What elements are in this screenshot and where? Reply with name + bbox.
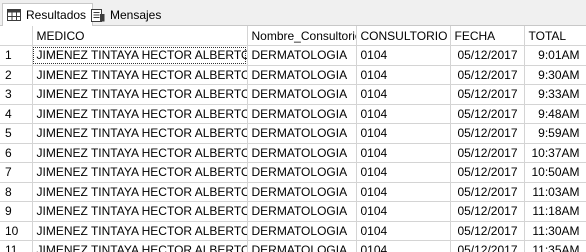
cell-medico[interactable]: JIMENEZ TINTAYA HECTOR ALBERTO: [32, 240, 248, 252]
table-row: 3 JIMENEZ TINTAYA HECTOR ALBERTO DERMATO…: [0, 84, 586, 105]
table-row: 8 JIMENEZ TINTAYA HECTOR ALBERTO DERMATO…: [0, 182, 586, 202]
cell-nombre-consultorio[interactable]: DERMATOLOGIA: [247, 162, 357, 183]
row-number[interactable]: 11: [0, 240, 33, 252]
row-number[interactable]: 9: [0, 201, 33, 222]
column-header-total[interactable]: TOTAL: [524, 26, 586, 46]
cell-consultorio[interactable]: 0104: [356, 240, 451, 252]
cell-total[interactable]: 11:30AM: [524, 221, 586, 241]
cell-consultorio[interactable]: 0104: [356, 143, 451, 163]
cell-fecha[interactable]: 05/12/2017: [450, 84, 525, 105]
cell-fecha[interactable]: 05/12/2017: [450, 123, 525, 144]
table-row: 6 JIMENEZ TINTAYA HECTOR ALBERTO DERMATO…: [0, 143, 586, 163]
table-row: 2 JIMENEZ TINTAYA HECTOR ALBERTO DERMATO…: [0, 65, 586, 85]
cell-consultorio[interactable]: 0104: [356, 201, 451, 222]
cell-total[interactable]: 11:35AM: [524, 240, 586, 252]
row-number[interactable]: 3: [0, 84, 33, 105]
cell-nombre-consultorio[interactable]: DERMATOLOGIA: [247, 104, 357, 124]
row-number[interactable]: 10: [0, 221, 33, 241]
row-number[interactable]: 4: [0, 104, 33, 124]
cell-medico[interactable]: JIMENEZ TINTAYA HECTOR ALBERTO: [32, 201, 248, 222]
grid-icon: [7, 9, 21, 21]
cell-consultorio[interactable]: 0104: [356, 123, 451, 144]
cell-fecha[interactable]: 05/12/2017: [450, 240, 525, 252]
tab-resultados[interactable]: Resultados: [2, 3, 94, 27]
cell-nombre-consultorio[interactable]: DERMATOLOGIA: [247, 84, 357, 105]
cell-nombre-consultorio[interactable]: DERMATOLOGIA: [247, 182, 357, 202]
tab-mensajes-label: Mensajes: [110, 7, 162, 22]
cell-consultorio[interactable]: 0104: [356, 162, 451, 183]
tab-mensajes[interactable]: Mensajes: [87, 3, 167, 26]
cell-fecha[interactable]: 05/12/2017: [450, 143, 525, 163]
cell-fecha[interactable]: 05/12/2017: [450, 45, 525, 66]
cell-nombre-consultorio[interactable]: DERMATOLOGIA: [247, 45, 357, 66]
row-number[interactable]: 1: [0, 45, 33, 66]
table-row: 1 JIMENEZ TINTAYA HECTOR ALBERTO DERMATO…: [0, 45, 586, 66]
results-grid: MEDICO Nombre_Consultorio CONSULTORIO FE…: [0, 26, 586, 252]
cell-consultorio[interactable]: 0104: [356, 84, 451, 105]
cell-total[interactable]: 9:33AM: [524, 84, 586, 105]
cell-medico[interactable]: JIMENEZ TINTAYA HECTOR ALBERTO: [32, 45, 248, 66]
table-row: 11 JIMENEZ TINTAYA HECTOR ALBERTO DERMAT…: [0, 240, 586, 252]
cell-nombre-consultorio[interactable]: DERMATOLOGIA: [247, 123, 357, 144]
tab-resultados-label: Resultados: [26, 8, 87, 22]
cell-consultorio[interactable]: 0104: [356, 65, 451, 85]
cell-fecha[interactable]: 05/12/2017: [450, 162, 525, 183]
cell-total[interactable]: 9:01AM: [524, 45, 586, 66]
cell-fecha[interactable]: 05/12/2017: [450, 201, 525, 222]
table-row: 7 JIMENEZ TINTAYA HECTOR ALBERTO DERMATO…: [0, 162, 586, 183]
cell-nombre-consultorio[interactable]: DERMATOLOGIA: [247, 143, 357, 163]
column-header-medico[interactable]: MEDICO: [32, 26, 248, 46]
cell-medico[interactable]: JIMENEZ TINTAYA HECTOR ALBERTO: [32, 123, 248, 144]
cell-medico[interactable]: JIMENEZ TINTAYA HECTOR ALBERTO: [32, 104, 248, 124]
cell-medico[interactable]: JIMENEZ TINTAYA HECTOR ALBERTO: [32, 143, 248, 163]
row-number[interactable]: 8: [0, 182, 33, 202]
results-tab-bar: Resultados Mensajes: [0, 0, 586, 27]
row-number[interactable]: 5: [0, 123, 33, 144]
table-row: 9 JIMENEZ TINTAYA HECTOR ALBERTO DERMATO…: [0, 201, 586, 222]
cell-total[interactable]: 9:30AM: [524, 65, 586, 85]
cell-consultorio[interactable]: 0104: [356, 221, 451, 241]
table-row: 10 JIMENEZ TINTAYA HECTOR ALBERTO DERMAT…: [0, 221, 586, 241]
cell-consultorio[interactable]: 0104: [356, 45, 451, 66]
cell-consultorio[interactable]: 0104: [356, 104, 451, 124]
messages-icon: [91, 8, 105, 22]
cell-total[interactable]: 10:50AM: [524, 162, 586, 183]
column-header-consultorio[interactable]: CONSULTORIO: [356, 26, 451, 46]
cell-fecha[interactable]: 05/12/2017: [450, 65, 525, 85]
cell-medico[interactable]: JIMENEZ TINTAYA HECTOR ALBERTO: [32, 162, 248, 183]
table-row: 4 JIMENEZ TINTAYA HECTOR ALBERTO DERMATO…: [0, 104, 586, 124]
cell-medico[interactable]: JIMENEZ TINTAYA HECTOR ALBERTO: [32, 221, 248, 241]
cell-fecha[interactable]: 05/12/2017: [450, 104, 525, 124]
row-number[interactable]: 7: [0, 162, 33, 183]
column-header-fecha[interactable]: FECHA: [450, 26, 525, 46]
cell-consultorio[interactable]: 0104: [356, 182, 451, 202]
cell-medico[interactable]: JIMENEZ TINTAYA HECTOR ALBERTO: [32, 65, 248, 85]
cell-nombre-consultorio[interactable]: DERMATOLOGIA: [247, 65, 357, 85]
cell-nombre-consultorio[interactable]: DERMATOLOGIA: [247, 221, 357, 241]
header-row: MEDICO Nombre_Consultorio CONSULTORIO FE…: [0, 26, 586, 46]
cell-total[interactable]: 10:37AM: [524, 143, 586, 163]
row-number[interactable]: 6: [0, 143, 33, 163]
cell-total[interactable]: 11:03AM: [524, 182, 586, 202]
cell-total[interactable]: 9:59AM: [524, 123, 586, 144]
corner-cell[interactable]: [0, 26, 33, 46]
cell-fecha[interactable]: 05/12/2017: [450, 221, 525, 241]
cell-medico[interactable]: JIMENEZ TINTAYA HECTOR ALBERTO: [32, 84, 248, 105]
cell-total[interactable]: 11:18AM: [524, 201, 586, 222]
cell-nombre-consultorio[interactable]: DERMATOLOGIA: [247, 201, 357, 222]
column-header-nombre-consultorio[interactable]: Nombre_Consultorio: [247, 26, 357, 46]
cell-medico[interactable]: JIMENEZ TINTAYA HECTOR ALBERTO: [32, 182, 248, 202]
cell-nombre-consultorio[interactable]: DERMATOLOGIA: [247, 240, 357, 252]
cell-fecha[interactable]: 05/12/2017: [450, 182, 525, 202]
row-number[interactable]: 2: [0, 65, 33, 85]
cell-total[interactable]: 9:48AM: [524, 104, 586, 124]
table-row: 5 JIMENEZ TINTAYA HECTOR ALBERTO DERMATO…: [0, 123, 586, 144]
